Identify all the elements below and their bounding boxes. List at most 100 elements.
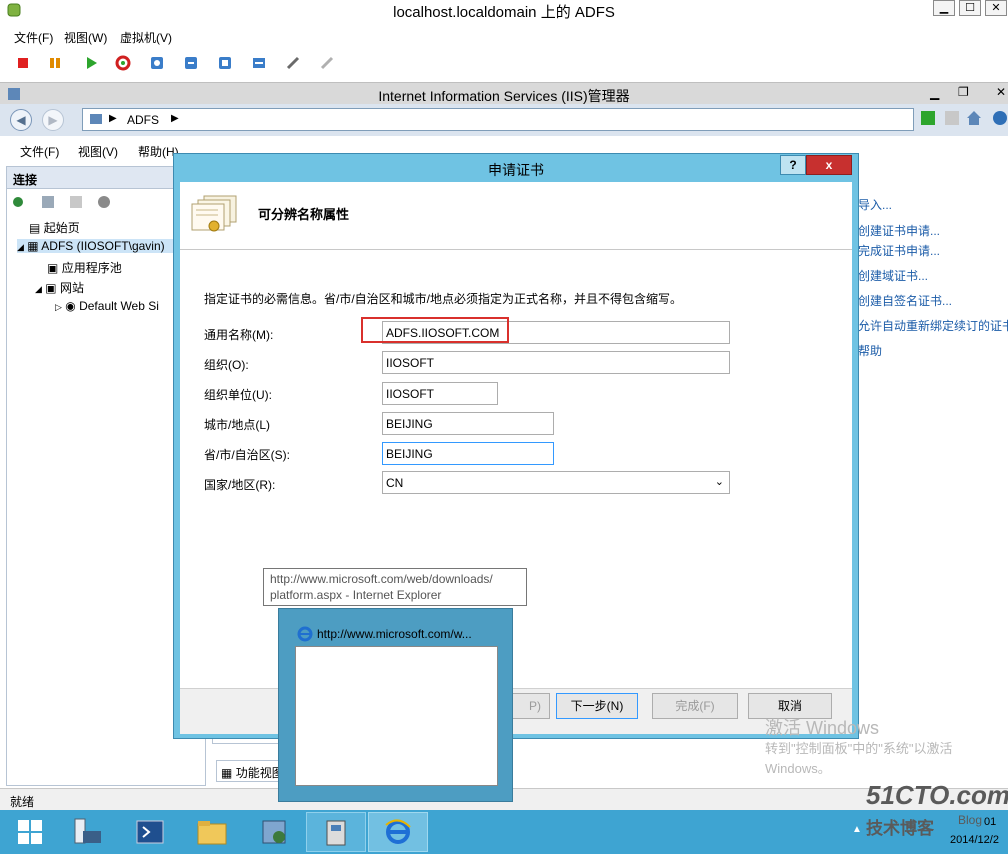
iis-menu-view[interactable]: 视图(V): [78, 143, 118, 160]
action-auto-rebind[interactable]: 允许自动重新绑定续订的证书: [858, 317, 1008, 334]
settings-icon[interactable]: [248, 52, 270, 74]
forward-icon[interactable]: ▶: [42, 109, 64, 131]
breadcrumb-arrow-icon: ▶: [109, 113, 117, 124]
help-icon[interactable]: [992, 110, 1008, 129]
vm-menu-view[interactable]: 视图(W): [64, 29, 107, 46]
country-selected-value: CN: [386, 476, 404, 490]
revert-icon[interactable]: [180, 52, 202, 74]
action-create-domain-cert[interactable]: 创建域证书...: [858, 267, 928, 284]
org-unit-input[interactable]: IIOSOFT: [382, 382, 498, 405]
iis-title-bar: Internet Information Services (IIS)管理器 ▁…: [0, 82, 1008, 104]
dialog-close-button[interactable]: x: [806, 155, 852, 175]
state-input[interactable]: BEIJING: [382, 442, 554, 465]
tools-icon[interactable]: [282, 52, 304, 74]
vm-close-button[interactable]: ✕: [985, 0, 1007, 16]
org-unit-label: 组织单位(U):: [204, 388, 272, 402]
iis-minimize-button[interactable]: ▁: [930, 86, 939, 100]
dialog-header: 可分辨名称属性: [180, 182, 852, 250]
manage-snapshots-icon[interactable]: [214, 52, 236, 74]
save-icon[interactable]: [41, 195, 55, 212]
city-input[interactable]: BEIJING: [382, 412, 554, 435]
address-bar[interactable]: ▶ ADFS ▶: [82, 108, 914, 131]
feature-view-icon: ▦: [221, 766, 233, 780]
vm-taskbar-button[interactable]: [306, 812, 366, 852]
thumbnail-image: [295, 646, 498, 786]
action-complete-request[interactable]: 完成证书申请...: [858, 242, 940, 259]
activate-windows-line3: Windows。: [765, 761, 831, 776]
pause-icon[interactable]: [44, 52, 66, 74]
tree-sites[interactable]: ◢ ▣ 网站: [35, 279, 84, 296]
start-page-icon: ▤: [29, 221, 41, 235]
tray-overflow-icon[interactable]: ▲: [852, 824, 862, 835]
action-create-self-signed[interactable]: 创建自签名证书...: [858, 292, 952, 309]
country-select[interactable]: CN ⌄: [382, 471, 730, 494]
disabled-tool-icon: [316, 52, 338, 74]
server-manager-button[interactable]: [58, 812, 118, 852]
tooltip-line1: http://www.microsoft.com/web/downloads/: [270, 572, 493, 586]
clock-date[interactable]: 2014/12/2: [950, 834, 999, 846]
breadcrumb-adfs[interactable]: ADFS: [127, 113, 159, 127]
iis-restore-button[interactable]: ❐: [958, 85, 969, 99]
tree-server[interactable]: ◢ ▦ ADFS (IIOSOFT\gavin): [17, 239, 175, 253]
vm-minimize-button[interactable]: ▁: [933, 0, 955, 16]
home-icon[interactable]: [966, 110, 982, 129]
server-manager-icon: [74, 818, 101, 844]
action-help[interactable]: 帮助: [858, 342, 882, 359]
highlight-box: [361, 317, 509, 343]
action-create-request[interactable]: 创建证书申请...: [858, 222, 940, 239]
powershell-icon: [136, 820, 164, 844]
iis-menu-file[interactable]: 文件(F): [20, 143, 59, 160]
iis-address-area: ◀ ▶ ▶ ADFS ▶: [0, 104, 1008, 136]
tree-start-page[interactable]: ▤ 起始页: [29, 219, 80, 236]
vm-menu-vm[interactable]: 虚拟机(V): [120, 29, 172, 46]
refresh-icon[interactable]: [920, 110, 936, 129]
connect-icon[interactable]: [11, 195, 29, 212]
stop-icon[interactable]: [12, 52, 34, 74]
common-name-label: 通用名称(M):: [204, 328, 274, 342]
taskbar: ▲ 51CTO.com 技术博客 Blog 01 2014/12/2: [0, 780, 1008, 854]
server-icon: ▦: [27, 239, 39, 253]
explorer-button[interactable]: [182, 812, 242, 852]
globe-icon: ◉: [65, 299, 76, 313]
vm-menu-file[interactable]: 文件(F): [14, 29, 53, 46]
dialog-heading: 可分辨名称属性: [258, 207, 350, 222]
city-label: 城市/地点(L): [204, 418, 271, 432]
organization-input[interactable]: IIOSOFT: [382, 351, 730, 374]
clock-time[interactable]: 01: [984, 816, 996, 828]
internet-explorer-taskbar-button[interactable]: [368, 812, 428, 852]
vm-tool-icon: [326, 820, 346, 846]
instruction-text: 指定证书的必需信息。省/市/自治区和城市/地点必须指定为正式名称，并且不得包含缩…: [204, 292, 683, 306]
vm-maximize-button[interactable]: ☐: [959, 0, 981, 16]
ie-taskbar-icon: [385, 819, 411, 844]
iis-icon: [262, 820, 286, 844]
blog-subtitle: 技术博客: [866, 819, 934, 838]
ie-thumbnail-preview[interactable]: http://www.microsoft.com/w...: [278, 608, 513, 802]
activate-windows-line2: 转到"控制面板"中的"系统"以激活: [765, 741, 953, 756]
activate-windows-title: 激活 Windows: [765, 718, 880, 738]
powershell-button[interactable]: [120, 812, 180, 852]
windows-logo-icon: [18, 820, 42, 844]
iis-close-button[interactable]: ✕: [996, 85, 1006, 99]
finish-button[interactable]: 完成(F): [652, 693, 738, 719]
vm-toolbar: [0, 50, 350, 78]
tree-app-pools[interactable]: ▣ 应用程序池: [47, 259, 122, 276]
thumbnail-title: http://www.microsoft.com/w...: [317, 627, 472, 641]
action-import[interactable]: 导入...: [858, 196, 892, 213]
stop-loading-icon[interactable]: [944, 110, 960, 129]
dialog-help-button[interactable]: ?: [780, 155, 806, 175]
start-button[interactable]: [0, 812, 60, 852]
reset-icon[interactable]: [112, 52, 134, 74]
vm-menubar: 文件(F) 视图(W) 虚拟机(V): [0, 26, 1008, 46]
tree-default-site[interactable]: ▷ ◉ Default Web Si: [55, 299, 159, 313]
folder-icon: [197, 821, 227, 845]
back-icon[interactable]: ◀: [10, 109, 32, 131]
breadcrumb-arrow-icon: ▶: [171, 113, 179, 124]
collapse-arrow-icon: ◢: [35, 284, 42, 294]
up-icon[interactable]: [69, 195, 83, 212]
snapshot-icon[interactable]: [146, 52, 168, 74]
next-button[interactable]: 下一步(N): [556, 693, 638, 719]
country-label: 国家/地区(R):: [204, 478, 276, 492]
play-icon[interactable]: [80, 52, 102, 74]
iis-manager-taskbar-button[interactable]: [244, 812, 304, 852]
disconnect-icon[interactable]: [97, 195, 111, 212]
